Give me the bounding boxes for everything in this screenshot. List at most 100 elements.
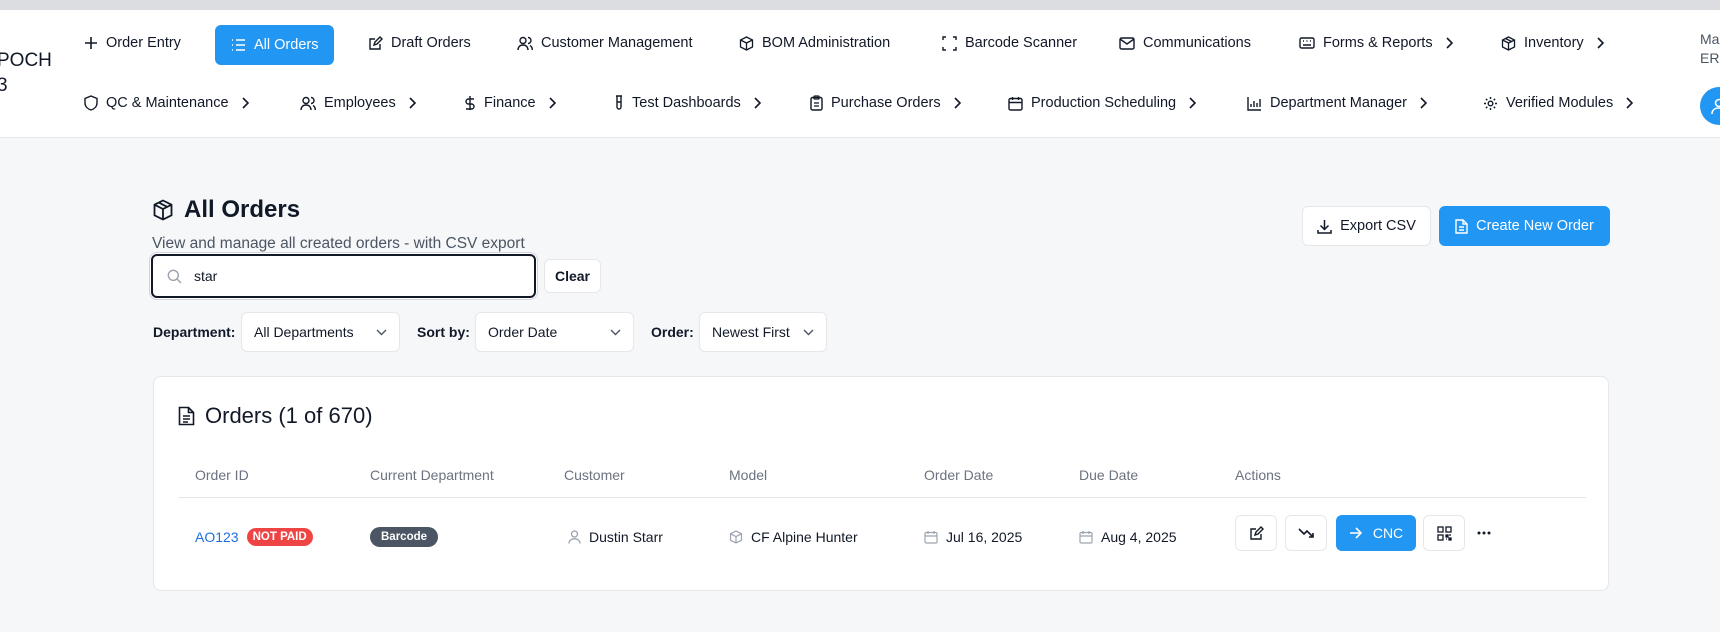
nav-label: All Orders [254, 37, 319, 53]
calendar-icon [924, 531, 938, 544]
nav-label: BOM Administration [762, 35, 891, 51]
department-badge: Barcode [370, 527, 439, 547]
nav-all-orders[interactable]: All Orders [215, 25, 335, 65]
logo-line-1: POCH [0, 50, 52, 71]
nav-order-entry[interactable]: Order Entry [74, 23, 191, 63]
user-name: Ma [1700, 31, 1720, 47]
order-date-value: Jul 16, 2025 [946, 529, 1023, 545]
export-csv-button[interactable]: Export CSV [1302, 206, 1431, 246]
box-icon [153, 199, 173, 221]
search-box [151, 254, 536, 298]
nav-label: Verified Modules [1506, 95, 1614, 111]
download-icon [1317, 219, 1332, 234]
search-input[interactable] [194, 268, 494, 284]
user-icon [1711, 98, 1720, 115]
nav-employees[interactable]: Employees [290, 83, 426, 123]
nav-label: Forms & Reports [1323, 35, 1433, 51]
nav-forms-reports[interactable]: Forms & Reports [1289, 23, 1463, 63]
column-header-order-id: Order ID [195, 467, 249, 483]
more-actions-button[interactable] [1470, 515, 1498, 551]
edit-order-button[interactable] [1235, 515, 1277, 551]
create-new-order-button[interactable]: Create New Order [1439, 206, 1610, 246]
package-icon [1501, 35, 1516, 51]
nav-finance[interactable]: Finance [454, 83, 566, 123]
nav-label: Order Entry [106, 35, 181, 51]
nav-department-manager[interactable]: Department Manager [1237, 83, 1437, 123]
trend-button[interactable] [1285, 515, 1327, 551]
chevron-right-icon [241, 97, 249, 109]
payment-status-badge: NOT PAID [246, 528, 313, 546]
calendar-icon [1079, 531, 1093, 544]
chevron-down-icon [610, 329, 621, 335]
order-id-link[interactable]: AO123 [195, 529, 239, 545]
nav-test-dashboards[interactable]: Test Dashboards [604, 83, 771, 123]
nav-bom-administration[interactable]: BOM Administration [729, 23, 900, 63]
box-icon [729, 530, 743, 544]
department-select[interactable]: All Departments [241, 312, 400, 352]
chevron-right-icon [1626, 97, 1634, 109]
clipboard-icon [810, 95, 823, 111]
user-icon [568, 530, 581, 544]
gear-icon [1484, 96, 1497, 110]
nav-inventory[interactable]: Inventory [1491, 23, 1614, 63]
test-tube-icon [616, 95, 622, 110]
browser-top-strip [0, 0, 1720, 10]
calendar-icon [1008, 96, 1023, 111]
edit-icon [369, 35, 383, 50]
cnc-label: CNC [1372, 525, 1404, 541]
nav-label: Finance [484, 95, 536, 111]
scan-icon [942, 35, 957, 51]
order-date-cell: Jul 16, 2025 [924, 521, 1022, 553]
export-csv-label: Export CSV [1340, 218, 1416, 234]
nav-label: QC & Maintenance [106, 95, 229, 111]
sort-by-select[interactable]: Order Date [475, 312, 634, 352]
nav-label: Barcode Scanner [965, 35, 1078, 51]
due-date-value: Aug 4, 2025 [1101, 529, 1177, 545]
due-date-cell: Aug 4, 2025 [1079, 521, 1177, 553]
progress-to-cnc-button[interactable]: CNC [1336, 515, 1416, 551]
more-horizontal-icon [1477, 531, 1491, 535]
column-header-actions: Actions [1235, 467, 1281, 483]
nav-verified-modules[interactable]: Verified Modules [1473, 83, 1643, 123]
nav-label: Test Dashboards [632, 95, 741, 111]
chart-icon [1247, 96, 1261, 111]
nav-qc-maintenance[interactable]: QC & Maintenance [74, 83, 259, 123]
nav-purchase-orders[interactable]: Purchase Orders [800, 83, 971, 123]
page-title: All Orders [184, 196, 301, 223]
chevron-down-icon [376, 329, 387, 335]
user-role: ERF [1700, 50, 1720, 66]
chevron-right-icon [549, 97, 556, 109]
keyboard-icon [1299, 37, 1315, 49]
order-id-cell: AO123 NOT PAID [195, 521, 313, 553]
nav-draft-orders[interactable]: Draft Orders [358, 23, 481, 63]
orders-card-title: Orders (1 of 670) [205, 403, 373, 428]
nav-customer-management[interactable]: Customer Management [507, 23, 703, 63]
nav-label: Employees [324, 95, 396, 111]
order-filter-label: Order: [651, 324, 694, 340]
user-info: Ma ERF [1700, 30, 1720, 68]
qr-code-button[interactable] [1423, 515, 1465, 551]
arrow-right-icon [1349, 527, 1362, 539]
file-icon [1455, 218, 1468, 234]
order-select[interactable]: Newest First [699, 312, 827, 352]
model-name: CF Alpine Hunter [751, 529, 858, 545]
nav-communications[interactable]: Communications [1109, 23, 1261, 63]
page-title-row: All Orders [152, 196, 300, 224]
nav-label: Inventory [1524, 35, 1584, 51]
department-select-value: All Departments [254, 324, 354, 340]
model-cell: CF Alpine Hunter [729, 521, 858, 553]
customer-name: Dustin Starr [589, 529, 663, 545]
chevron-right-icon [1189, 97, 1197, 109]
sort-by-select-value: Order Date [488, 324, 558, 340]
clear-label: Clear [554, 268, 591, 284]
create-new-order-label: Create New Order [1476, 218, 1594, 234]
clear-search-button[interactable]: Clear [544, 259, 601, 293]
user-avatar-button[interactable] [1700, 87, 1720, 125]
nav-label: Department Manager [1270, 95, 1408, 111]
nav-label: Draft Orders [391, 35, 471, 51]
nav-label: Customer Management [541, 35, 693, 51]
nav-production-scheduling[interactable]: Production Scheduling [998, 83, 1206, 123]
search-icon [167, 269, 182, 283]
column-header-model: Model [729, 467, 768, 483]
nav-barcode-scanner[interactable]: Barcode Scanner [932, 23, 1087, 63]
